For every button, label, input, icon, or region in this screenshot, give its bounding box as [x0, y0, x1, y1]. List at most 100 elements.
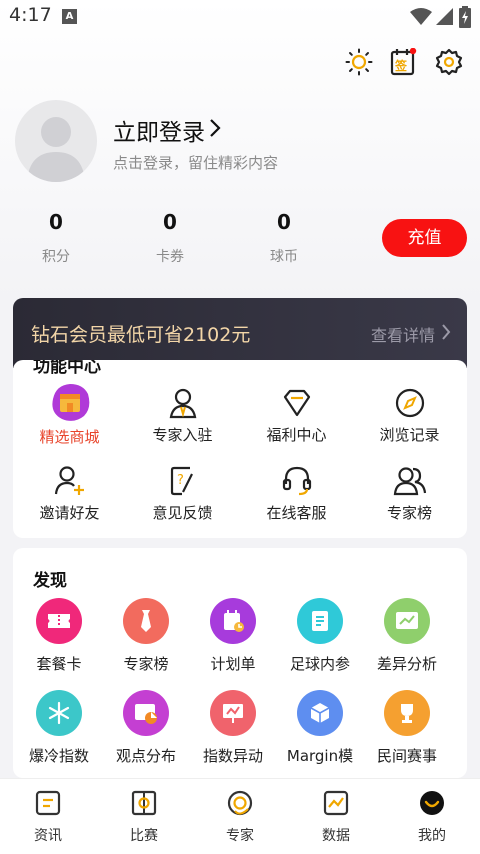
- discover-label: 观点分布: [115, 747, 176, 765]
- discover-upset-index[interactable]: 爆冷指数: [13, 690, 105, 766]
- match-icon: [131, 790, 157, 816]
- func-label: 在线客服: [266, 504, 327, 522]
- stat-label: 卡券: [156, 249, 184, 265]
- battery-icon: [459, 6, 471, 28]
- chart-card-icon: [384, 598, 430, 644]
- data-chart-icon: [323, 790, 349, 816]
- section-title: 发现: [33, 571, 67, 591]
- store-icon: [51, 384, 89, 421]
- nav-tab-news[interactable]: 资讯: [0, 779, 96, 854]
- nav-label: 我的: [418, 828, 446, 844]
- func-feedback[interactable]: ? 意见反馈: [126, 464, 239, 523]
- ticket-icon: [36, 598, 82, 644]
- signal-icon: [436, 8, 453, 25]
- discover-label: 专家榜: [123, 655, 169, 673]
- stat-coins[interactable]: 0 球币: [239, 210, 329, 266]
- nav-label: 比赛: [130, 828, 158, 844]
- func-label: 邀请好友: [39, 504, 100, 522]
- default-avatar-icon: [27, 117, 85, 182]
- status-time: 4:17: [9, 4, 52, 26]
- recharge-button[interactable]: 充值: [382, 219, 467, 257]
- vip-banner[interactable]: 钻石会员最低可省2102元 查看详情: [13, 298, 467, 368]
- func-invite[interactable]: 邀请好友: [13, 464, 126, 523]
- trend-board-icon: [210, 690, 256, 736]
- discover-card: 发现 套餐卡 专家榜 计划单 足球内参 差异分析 爆冷指数 观点分布 指数异动 …: [13, 548, 467, 778]
- vip-more-link[interactable]: 查看详情: [371, 322, 435, 346]
- stat-label: 球币: [270, 249, 298, 265]
- news-icon: [35, 790, 61, 816]
- stat-coupons[interactable]: 0 卡券: [125, 210, 215, 266]
- diamond-icon: [283, 389, 310, 417]
- func-label: 福利中心: [266, 426, 327, 444]
- add-user-icon: [54, 466, 84, 495]
- discover-index-change[interactable]: 指数异动: [187, 690, 279, 766]
- notification-icon: A: [62, 9, 77, 24]
- func-history[interactable]: 浏览记录: [353, 386, 466, 445]
- discover-label: Margin模: [286, 747, 354, 765]
- func-expert-join[interactable]: 专家入驻: [126, 386, 239, 445]
- stat-value: 0: [163, 210, 177, 234]
- login-title[interactable]: 立即登录: [113, 113, 205, 147]
- vip-text: 钻石会员最低可省2102元: [31, 324, 251, 346]
- stat-points[interactable]: 0 积分: [11, 210, 101, 266]
- func-label: 专家榜: [386, 504, 432, 522]
- mine-face-icon: [420, 791, 444, 815]
- document-icon: [297, 598, 343, 644]
- nav-tab-mine[interactable]: 我的: [384, 779, 480, 854]
- wifi-icon: [410, 8, 432, 25]
- discover-label: 套餐卡: [36, 655, 82, 673]
- trophy-icon: [384, 690, 430, 736]
- chevron-right-icon[interactable]: [209, 118, 221, 138]
- status-bar: 4:17 A: [0, 0, 480, 34]
- section-title: 功能中心: [33, 360, 101, 377]
- nav-tab-expert[interactable]: 专家: [192, 779, 288, 854]
- function-center-card: 功能中心 精选商城 专家入驻 福利中心 浏览记录 邀请好友 ? 意见反馈 在线客…: [13, 360, 467, 538]
- func-label: 专家入驻: [152, 426, 213, 444]
- func-label: 精选商城: [39, 428, 100, 446]
- bottom-nav: 资讯 比赛 专家 数据 我的: [0, 778, 480, 853]
- func-label: 浏览记录: [379, 426, 440, 444]
- discover-folk-events[interactable]: 民间赛事: [361, 690, 453, 766]
- func-expert-rank[interactable]: 专家榜: [353, 464, 466, 523]
- gear-icon[interactable]: [435, 48, 463, 76]
- expert-icon: [227, 790, 253, 816]
- discover-football-insider[interactable]: 足球内参: [274, 598, 366, 674]
- discover-label: 民间赛事: [376, 747, 437, 765]
- sun-icon[interactable]: [345, 48, 373, 76]
- nav-label: 资讯: [34, 828, 62, 844]
- discover-label: 指数异动: [202, 747, 263, 765]
- func-welfare[interactable]: 福利中心: [240, 386, 353, 445]
- expert-join-icon: [169, 388, 196, 419]
- nav-tab-data[interactable]: 数据: [288, 779, 384, 854]
- compass-icon: [395, 388, 424, 418]
- discover-plan[interactable]: 计划单: [187, 598, 279, 674]
- discover-diff-analysis[interactable]: 差异分析: [361, 598, 453, 674]
- func-support[interactable]: 在线客服: [240, 464, 353, 523]
- chevron-right-icon: [442, 324, 451, 340]
- discover-package-card[interactable]: 套餐卡: [13, 598, 105, 674]
- svg-text:?: ?: [177, 473, 184, 488]
- nav-label: 数据: [322, 828, 350, 844]
- discover-label: 足球内参: [289, 655, 350, 673]
- discover-expert-rank[interactable]: 专家榜: [100, 598, 192, 674]
- cube-icon: [297, 690, 343, 736]
- nav-tab-match[interactable]: 比赛: [96, 779, 192, 854]
- discover-label: 爆冷指数: [28, 747, 89, 765]
- snowflake-icon: [36, 690, 82, 736]
- avatar[interactable]: [15, 100, 97, 182]
- tie-icon: [123, 598, 169, 644]
- func-store[interactable]: 精选商城: [13, 384, 126, 447]
- nav-label: 专家: [226, 828, 254, 844]
- headset-icon: [282, 466, 311, 496]
- login-subtitle: 点击登录，留住精彩内容: [113, 154, 279, 172]
- discover-label: 差异分析: [376, 655, 437, 673]
- feedback-icon: ?: [170, 466, 193, 496]
- func-label: 意见反馈: [152, 504, 213, 522]
- stat-label: 积分: [42, 249, 70, 265]
- discover-label: 计划单: [210, 655, 256, 673]
- stat-value: 0: [49, 210, 63, 234]
- stat-value: 0: [277, 210, 291, 234]
- discover-margin-model[interactable]: Margin模: [274, 690, 366, 766]
- discover-opinion-dist[interactable]: 观点分布: [100, 690, 192, 766]
- sign-in-calendar-icon[interactable]: 签: [389, 47, 417, 76]
